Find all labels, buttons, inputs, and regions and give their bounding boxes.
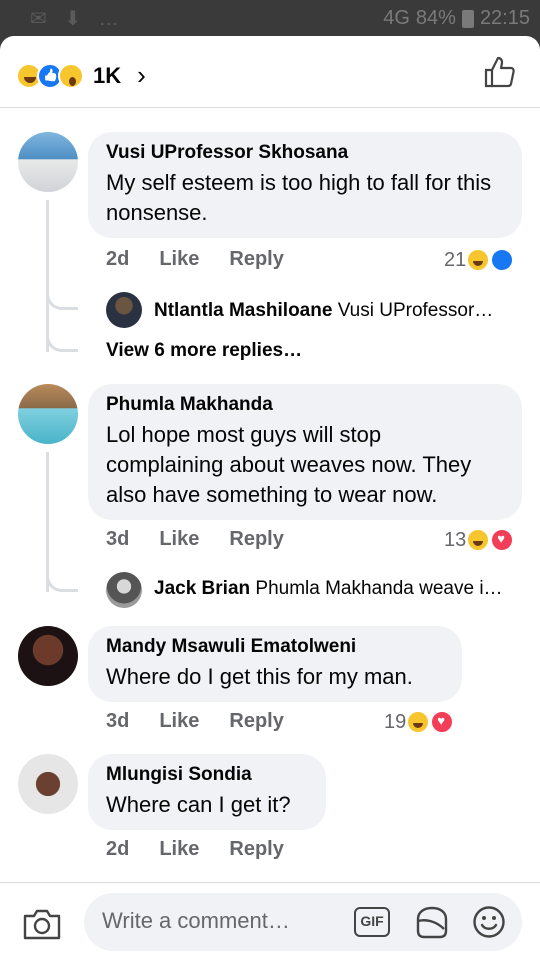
emoji-icon[interactable] — [472, 905, 506, 939]
reply-preview[interactable]: Ntlantla Mashiloane Vusi UProfessor… — [154, 300, 524, 322]
comment-actions: 3d Like Reply — [106, 528, 284, 551]
reply-button[interactable]: Reply — [229, 528, 283, 551]
reply-connector — [46, 566, 78, 592]
reactions-header: 1K › — [0, 36, 540, 108]
reply-button[interactable]: Reply — [229, 248, 283, 271]
sticker-icon[interactable] — [414, 905, 450, 939]
comment-actions: 2d Like Reply — [106, 838, 284, 861]
comment-actions: 3d Like Reply — [106, 710, 284, 733]
comment-time: 2d — [106, 248, 130, 270]
haha-icon — [466, 248, 491, 272]
reply-connector — [46, 286, 78, 310]
comment-text: Lol hope most guys will stop complaining… — [106, 422, 472, 507]
like-button[interactable]: Like — [159, 710, 199, 733]
status-left-icons: ✉ ⬇ … — [30, 8, 125, 30]
love-icon — [430, 710, 455, 734]
comment-text: Where do I get this for my man. — [106, 664, 413, 689]
comments-list: · · · · · · · Vusi UProfessor Skhosana M… — [0, 108, 540, 882]
clock: 22:15 — [479, 7, 530, 29]
reaction-count: 19 — [384, 710, 407, 733]
chevron-right-icon: › — [137, 60, 146, 90]
status-right: 4G 84% 22:15 — [383, 7, 530, 30]
comment-actions: 2d Like Reply — [106, 248, 284, 271]
love-icon — [490, 528, 515, 552]
reaction-count: 21 — [444, 248, 467, 271]
reply-button[interactable]: Reply — [229, 838, 283, 861]
clipped-previous-meta: · · · · · · · — [86, 108, 166, 117]
like-button[interactable]: Like — [159, 838, 199, 861]
status-bar: ✉ ⬇ … 4G 84% 22:15 — [0, 0, 540, 36]
reply-text: Vusi UProfessor… — [337, 300, 494, 321]
haha-icon — [466, 528, 491, 552]
comment-author[interactable]: Mlungisi Sondia — [106, 764, 308, 786]
reply-author: Ntlantla Mashiloane — [154, 300, 333, 321]
comment-bubble[interactable]: Mandy Msawuli Ematolweni Where do I get … — [88, 626, 462, 702]
reply-connector — [46, 326, 78, 352]
reactions-summary[interactable]: 1K › — [16, 60, 146, 91]
reaction-count: 13 — [444, 528, 467, 551]
signal-label: 4G — [383, 7, 410, 29]
comment-time: 3d — [106, 710, 130, 732]
camera-icon[interactable] — [22, 907, 62, 941]
avatar[interactable] — [18, 132, 78, 192]
comment-bubble[interactable]: Vusi UProfessor Skhosana My self esteem … — [88, 132, 522, 238]
comment-text: My self esteem is too high to fall for t… — [106, 170, 492, 225]
comment-author[interactable]: Phumla Makhanda — [106, 394, 504, 416]
battery-icon — [461, 9, 474, 28]
view-more-replies[interactable]: View 6 more replies… — [106, 340, 302, 362]
comment-input[interactable]: Write a comment… GIF — [84, 893, 522, 951]
comment-bubble[interactable]: Mlungisi Sondia Where can I get it? — [88, 754, 326, 830]
like-button[interactable]: Like — [159, 528, 199, 551]
reply-button[interactable]: Reply — [229, 710, 283, 733]
gif-button[interactable]: GIF — [354, 907, 390, 937]
avatar[interactable] — [106, 292, 142, 328]
battery-percent: 84% — [415, 7, 456, 29]
comment-author[interactable]: Vusi UProfessor Skhosana — [106, 142, 504, 164]
like-icon — [490, 248, 515, 272]
comment-reactions[interactable]: 13 — [444, 528, 515, 552]
wow-icon — [58, 62, 84, 89]
reply-preview[interactable]: Jack Brian Phumla Makhanda weave i… — [154, 578, 524, 600]
avatar[interactable] — [18, 384, 78, 444]
comment-composer: Write a comment… GIF — [0, 882, 540, 960]
comment-text: Where can I get it? — [106, 792, 291, 817]
comment-author[interactable]: Mandy Msawuli Ematolweni — [106, 636, 444, 658]
like-button[interactable]: Like — [159, 248, 199, 271]
comment-time: 2d — [106, 838, 130, 860]
comment-reactions[interactable]: 21 — [444, 248, 515, 272]
comment-bubble[interactable]: Phumla Makhanda Lol hope most guys will … — [88, 384, 522, 520]
reply-author: Jack Brian — [154, 578, 251, 599]
reply-text: Phumla Makhanda weave i… — [255, 578, 503, 599]
comment-placeholder: Write a comment… — [102, 908, 290, 933]
comments-sheet: 1K › · · · · · · · Vusi UProfessor Skhos… — [0, 36, 540, 960]
avatar[interactable] — [18, 754, 78, 814]
haha-icon — [406, 710, 431, 734]
thumbs-up-icon[interactable] — [482, 54, 518, 90]
comment-reactions[interactable]: 19 — [384, 710, 455, 734]
avatar[interactable] — [106, 572, 142, 608]
reaction-count: 1K — [93, 62, 122, 88]
comment-time: 3d — [106, 528, 130, 550]
avatar[interactable] — [18, 626, 78, 686]
